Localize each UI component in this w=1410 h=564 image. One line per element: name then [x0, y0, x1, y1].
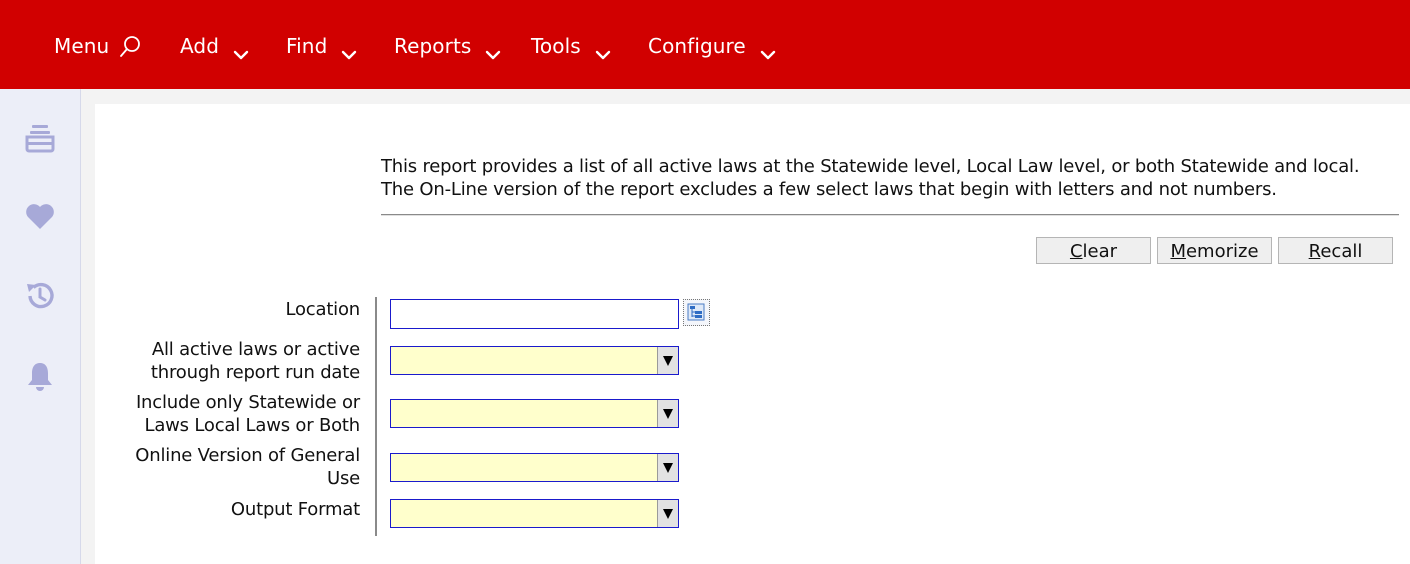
history-icon[interactable]	[24, 280, 56, 312]
active-laws-label-line-2: through report run date	[150, 362, 360, 383]
location-input[interactable]	[390, 299, 679, 329]
online-version-label-line-1: Online Version of General	[135, 445, 360, 466]
search-icon[interactable]	[119, 34, 141, 58]
inbox-icon[interactable]	[24, 122, 56, 154]
location-label: Location	[285, 299, 360, 320]
dropdown-arrow-icon[interactable]	[657, 500, 678, 527]
dropdown-arrow-icon[interactable]	[657, 400, 678, 427]
recall-button[interactable]: Recall	[1278, 237, 1393, 264]
nav-menu[interactable]: Menu	[54, 33, 141, 59]
memorize-button[interactable]: Memorize	[1157, 237, 1272, 264]
clear-label: lear	[1082, 241, 1118, 262]
heart-icon[interactable]	[24, 200, 56, 232]
dropdown-arrow-icon[interactable]	[657, 454, 678, 481]
nav-reports[interactable]: Reports	[394, 33, 501, 60]
output-format-select[interactable]	[390, 499, 679, 528]
nav-tools-label: Tools	[531, 34, 581, 58]
active-laws-label: All active laws or active through report…	[151, 338, 360, 384]
description-line-1: This report provides a list of all activ…	[381, 156, 1360, 177]
nav-menu-label: Menu	[54, 34, 110, 58]
clear-accesskey: C	[1069, 241, 1083, 262]
recall-label: ecall	[1320, 241, 1363, 262]
memorize-label: emorize	[1185, 241, 1259, 262]
statewide-local-label: Include only Statewide or Laws Local Law…	[136, 391, 360, 437]
online-version-select[interactable]	[390, 453, 679, 482]
tree-lookup-icon	[687, 303, 705, 321]
clear-button[interactable]: Clear	[1036, 237, 1151, 264]
location-lookup-button[interactable]	[683, 299, 710, 326]
chevron-down-icon	[485, 41, 501, 60]
nav-add-label: Add	[180, 34, 220, 58]
nav-reports-label: Reports	[394, 34, 472, 58]
chevron-down-icon	[595, 41, 611, 60]
output-format-label: Output Format	[230, 499, 360, 520]
nav-add[interactable]: Add	[180, 33, 249, 60]
chevron-down-icon	[341, 41, 357, 60]
bell-icon[interactable]	[24, 360, 56, 392]
statewide-local-label-line-1: Include only Statewide or	[135, 392, 360, 413]
nav-configure-label: Configure	[648, 34, 746, 58]
top-navigation-bar: Menu Add Find Reports Tools Configure	[0, 0, 1410, 89]
chevron-down-icon	[760, 41, 776, 60]
nav-find-label: Find	[286, 34, 328, 58]
form-separator	[375, 297, 377, 536]
nav-configure[interactable]: Configure	[648, 33, 776, 60]
chevron-down-icon	[233, 41, 249, 60]
nav-find[interactable]: Find	[286, 33, 357, 60]
online-version-label-line-2: Use	[326, 468, 360, 489]
recall-accesskey: R	[1308, 241, 1321, 262]
active-laws-select[interactable]	[390, 346, 679, 375]
active-laws-label-line-1: All active laws or active	[151, 339, 360, 360]
dropdown-arrow-icon[interactable]	[657, 347, 678, 374]
report-description: This report provides a list of all activ…	[381, 155, 1401, 201]
statewide-local-select[interactable]	[390, 399, 679, 428]
description-line-2: The On-Line version of the report exclud…	[381, 179, 1277, 200]
divider	[381, 214, 1399, 216]
memorize-accesskey: M	[1170, 241, 1186, 262]
nav-tools[interactable]: Tools	[531, 33, 611, 60]
left-sidebar	[0, 89, 81, 564]
online-version-label: Online Version of General Use	[135, 444, 360, 490]
statewide-local-label-line-2: Laws Local Laws or Both	[144, 415, 361, 436]
